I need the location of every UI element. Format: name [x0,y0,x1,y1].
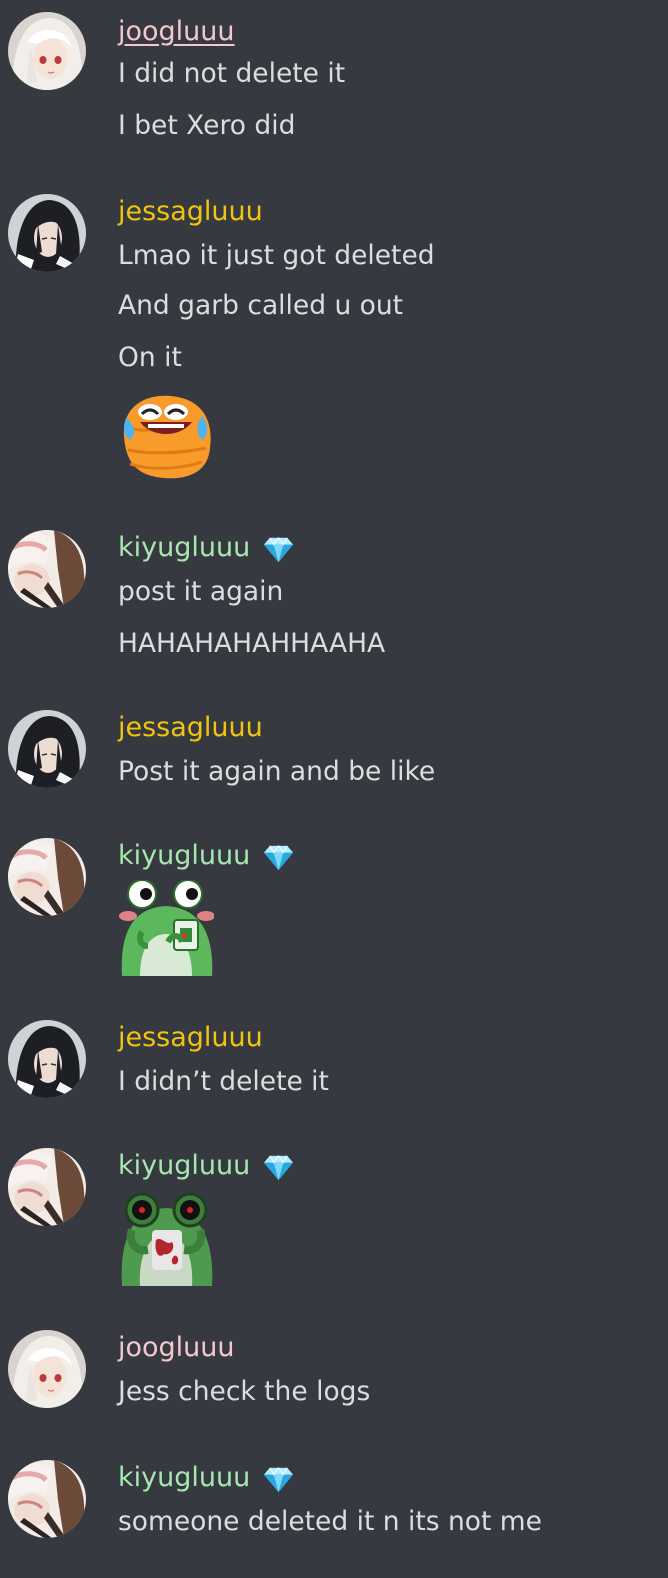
username[interactable]: joogluuu [118,14,235,50]
username[interactable]: jessagluuu [118,194,263,230]
message-text: I didn’t delete it [118,1066,329,1097]
avatar[interactable] [8,710,86,788]
diamond-icon[interactable] [263,1463,294,1494]
brown-haired-avatar-icon [8,838,86,916]
avatar[interactable] [8,12,86,90]
diamond-icon[interactable] [263,841,294,872]
crying-laughing-blob-emoji [123,395,211,479]
white-haired-avatar-icon [8,12,86,90]
avatar[interactable] [8,838,86,916]
brown-haired-avatar-icon [8,1148,86,1226]
username[interactable]: joogluuu [118,1330,235,1366]
brown-haired-avatar-icon [8,1460,86,1538]
username[interactable]: kiyugluuu [118,1460,250,1496]
message-text: post it again [118,576,284,607]
black-haired-avatar-icon [8,710,86,788]
brown-haired-avatar-icon [8,530,86,608]
chat-log: joogluuu I did not delete it I bet Xero … [0,0,668,1578]
bloody-frog-emoji [121,1192,213,1286]
avatar[interactable] [8,1330,86,1408]
frog-drinking-emoji [119,880,214,976]
username[interactable]: jessagluuu [118,1020,263,1056]
black-haired-avatar-icon [8,1020,86,1098]
avatar[interactable] [8,1020,86,1098]
avatar[interactable] [8,1460,86,1538]
avatar[interactable] [8,1148,86,1226]
message-text: I did not delete it [118,58,346,89]
avatar[interactable] [8,194,86,272]
username[interactable]: kiyugluuu [118,530,250,566]
message-text: And garb called u out [118,290,404,321]
diamond-icon[interactable] [263,533,294,564]
message-text: Jess check the logs [118,1376,371,1407]
message-text: HAHAHAHAHHAAHA [118,628,386,659]
message-text: I bet Xero did [118,110,296,141]
white-haired-avatar-icon [8,1330,86,1408]
username[interactable]: kiyugluuu [118,1148,250,1184]
message-text: Lmao it just got deleted [118,240,435,271]
username[interactable]: jessagluuu [118,710,263,746]
message-text: someone deleted it n its not me [118,1506,542,1537]
username[interactable]: kiyugluuu [118,838,250,874]
message-text: Post it again and be like [118,756,436,787]
diamond-icon[interactable] [263,1151,294,1182]
avatar[interactable] [8,530,86,608]
black-haired-avatar-icon [8,194,86,272]
message-text: On it [118,342,182,373]
